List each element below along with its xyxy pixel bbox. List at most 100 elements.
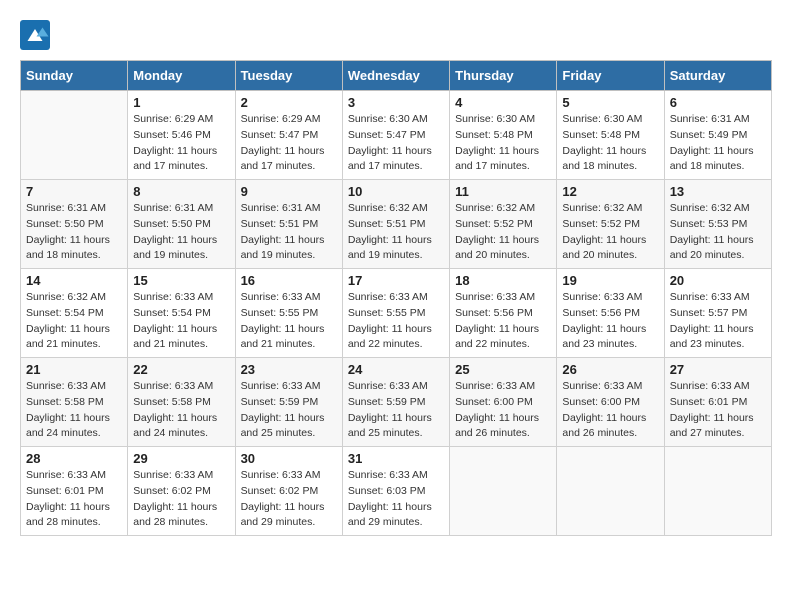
calendar-cell: 18 Sunrise: 6:33 AMSunset: 5:56 PMDayligh… — [450, 269, 557, 358]
calendar-cell: 13 Sunrise: 6:32 AMSunset: 5:53 PMDayligh… — [664, 180, 771, 269]
day-number: 18 — [455, 273, 551, 288]
calendar-cell — [557, 447, 664, 536]
day-number: 23 — [241, 362, 337, 377]
calendar-table: SundayMondayTuesdayWednesdayThursdayFrid… — [20, 60, 772, 536]
calendar-cell: 30 Sunrise: 6:33 AMSunset: 6:02 PMDayligh… — [235, 447, 342, 536]
calendar-cell: 2 Sunrise: 6:29 AMSunset: 5:47 PMDaylight… — [235, 91, 342, 180]
day-info: Sunrise: 6:30 AMSunset: 5:48 PMDaylight:… — [562, 112, 658, 175]
day-info: Sunrise: 6:33 AMSunset: 5:58 PMDaylight:… — [26, 379, 122, 442]
day-info: Sunrise: 6:33 AMSunset: 6:00 PMDaylight:… — [562, 379, 658, 442]
calendar-cell: 22 Sunrise: 6:33 AMSunset: 5:58 PMDayligh… — [128, 358, 235, 447]
logo — [20, 20, 54, 50]
calendar-cell — [664, 447, 771, 536]
day-info: Sunrise: 6:33 AMSunset: 6:03 PMDaylight:… — [348, 468, 444, 531]
calendar-week-row: 1Sunrise: 6:29 AMSunset: 5:46 PMDaylight… — [21, 91, 772, 180]
day-number: 8 — [133, 184, 229, 199]
logo-icon — [20, 20, 50, 50]
calendar-cell: 26 Sunrise: 6:33 AMSunset: 6:00 PMDayligh… — [557, 358, 664, 447]
weekday-header-friday: Friday — [557, 61, 664, 91]
day-number: 13 — [670, 184, 766, 199]
day-number: 30 — [241, 451, 337, 466]
day-number: 24 — [348, 362, 444, 377]
calendar-cell: 9 Sunrise: 6:31 AMSunset: 5:51 PMDaylight… — [235, 180, 342, 269]
weekday-header-monday: Monday — [128, 61, 235, 91]
day-info: Sunrise: 6:33 AMSunset: 6:01 PMDaylight:… — [26, 468, 122, 531]
calendar-cell — [450, 447, 557, 536]
day-info: Sunrise: 6:33 AMSunset: 5:54 PMDaylight:… — [133, 290, 229, 353]
calendar-cell: 21 Sunrise: 6:33 AMSunset: 5:58 PMDayligh… — [21, 358, 128, 447]
day-info: Sunrise: 6:32 AMSunset: 5:54 PMDaylight:… — [26, 290, 122, 353]
day-info: Sunrise: 6:33 AMSunset: 6:02 PMDaylight:… — [133, 468, 229, 531]
day-number: 9 — [241, 184, 337, 199]
day-number: 26 — [562, 362, 658, 377]
weekday-header-tuesday: Tuesday — [235, 61, 342, 91]
day-info: Sunrise: 6:30 AMSunset: 5:47 PMDaylight:… — [348, 112, 444, 175]
calendar-cell: 12 Sunrise: 6:32 AMSunset: 5:52 PMDayligh… — [557, 180, 664, 269]
day-number: 4 — [455, 95, 551, 110]
calendar-cell: 16 Sunrise: 6:33 AMSunset: 5:55 PMDayligh… — [235, 269, 342, 358]
day-number: 31 — [348, 451, 444, 466]
day-info: Sunrise: 6:29 AMSunset: 5:46 PMDaylight:… — [133, 112, 229, 175]
calendar-header-row: SundayMondayTuesdayWednesdayThursdayFrid… — [21, 61, 772, 91]
day-number: 20 — [670, 273, 766, 288]
day-number: 22 — [133, 362, 229, 377]
day-number: 29 — [133, 451, 229, 466]
day-number: 15 — [133, 273, 229, 288]
calendar-cell: 10 Sunrise: 6:32 AMSunset: 5:51 PMDayligh… — [342, 180, 449, 269]
calendar-cell: 23 Sunrise: 6:33 AMSunset: 5:59 PMDayligh… — [235, 358, 342, 447]
day-info: Sunrise: 6:33 AMSunset: 5:56 PMDaylight:… — [455, 290, 551, 353]
day-number: 3 — [348, 95, 444, 110]
day-number: 21 — [26, 362, 122, 377]
weekday-header-saturday: Saturday — [664, 61, 771, 91]
day-info: Sunrise: 6:29 AMSunset: 5:47 PMDaylight:… — [241, 112, 337, 175]
day-info: Sunrise: 6:32 AMSunset: 5:51 PMDaylight:… — [348, 201, 444, 264]
weekday-header-sunday: Sunday — [21, 61, 128, 91]
day-number: 10 — [348, 184, 444, 199]
day-info: Sunrise: 6:32 AMSunset: 5:52 PMDaylight:… — [562, 201, 658, 264]
day-number: 19 — [562, 273, 658, 288]
day-info: Sunrise: 6:33 AMSunset: 5:59 PMDaylight:… — [241, 379, 337, 442]
calendar-cell: 19 Sunrise: 6:33 AMSunset: 5:56 PMDayligh… — [557, 269, 664, 358]
calendar-cell: 3 Sunrise: 6:30 AMSunset: 5:47 PMDaylight… — [342, 91, 449, 180]
calendar-cell: 31 Sunrise: 6:33 AMSunset: 6:03 PMDayligh… — [342, 447, 449, 536]
day-info: Sunrise: 6:32 AMSunset: 5:53 PMDaylight:… — [670, 201, 766, 264]
calendar-week-row: 28 Sunrise: 6:33 AMSunset: 6:01 PMDayligh… — [21, 447, 772, 536]
day-info: Sunrise: 6:33 AMSunset: 5:57 PMDaylight:… — [670, 290, 766, 353]
day-info: Sunrise: 6:31 AMSunset: 5:49 PMDaylight:… — [670, 112, 766, 175]
day-info: Sunrise: 6:32 AMSunset: 5:52 PMDaylight:… — [455, 201, 551, 264]
day-number: 28 — [26, 451, 122, 466]
calendar-cell: 11Sunrise: 6:32 AMSunset: 5:52 PMDayligh… — [450, 180, 557, 269]
day-number: 16 — [241, 273, 337, 288]
day-number: 17 — [348, 273, 444, 288]
day-info: Sunrise: 6:33 AMSunset: 6:00 PMDaylight:… — [455, 379, 551, 442]
day-info: Sunrise: 6:33 AMSunset: 5:55 PMDaylight:… — [241, 290, 337, 353]
day-info: Sunrise: 6:33 AMSunset: 5:55 PMDaylight:… — [348, 290, 444, 353]
day-number: 2 — [241, 95, 337, 110]
page-header — [20, 20, 772, 50]
day-number: 25 — [455, 362, 551, 377]
calendar-cell: 25 Sunrise: 6:33 AMSunset: 6:00 PMDayligh… — [450, 358, 557, 447]
calendar-cell: 8Sunrise: 6:31 AMSunset: 5:50 PMDaylight… — [128, 180, 235, 269]
day-number: 14 — [26, 273, 122, 288]
day-info: Sunrise: 6:33 AMSunset: 5:58 PMDaylight:… — [133, 379, 229, 442]
day-info: Sunrise: 6:31 AMSunset: 5:50 PMDaylight:… — [26, 201, 122, 264]
day-number: 5 — [562, 95, 658, 110]
calendar-cell: 4 Sunrise: 6:30 AMSunset: 5:48 PMDaylight… — [450, 91, 557, 180]
calendar-week-row: 21 Sunrise: 6:33 AMSunset: 5:58 PMDayligh… — [21, 358, 772, 447]
day-info: Sunrise: 6:31 AMSunset: 5:51 PMDaylight:… — [241, 201, 337, 264]
calendar-cell — [21, 91, 128, 180]
day-info: Sunrise: 6:30 AMSunset: 5:48 PMDaylight:… — [455, 112, 551, 175]
calendar-cell: 20 Sunrise: 6:33 AMSunset: 5:57 PMDayligh… — [664, 269, 771, 358]
weekday-header-wednesday: Wednesday — [342, 61, 449, 91]
calendar-cell: 15 Sunrise: 6:33 AMSunset: 5:54 PMDayligh… — [128, 269, 235, 358]
day-number: 12 — [562, 184, 658, 199]
weekday-header-thursday: Thursday — [450, 61, 557, 91]
day-info: Sunrise: 6:33 AMSunset: 6:01 PMDaylight:… — [670, 379, 766, 442]
calendar-week-row: 14 Sunrise: 6:32 AMSunset: 5:54 PMDayligh… — [21, 269, 772, 358]
day-number: 7 — [26, 184, 122, 199]
day-info: Sunrise: 6:33 AMSunset: 5:56 PMDaylight:… — [562, 290, 658, 353]
calendar-cell: 7 Sunrise: 6:31 AMSunset: 5:50 PMDaylight… — [21, 180, 128, 269]
day-number: 6 — [670, 95, 766, 110]
day-info: Sunrise: 6:33 AMSunset: 5:59 PMDaylight:… — [348, 379, 444, 442]
day-info: Sunrise: 6:33 AMSunset: 6:02 PMDaylight:… — [241, 468, 337, 531]
